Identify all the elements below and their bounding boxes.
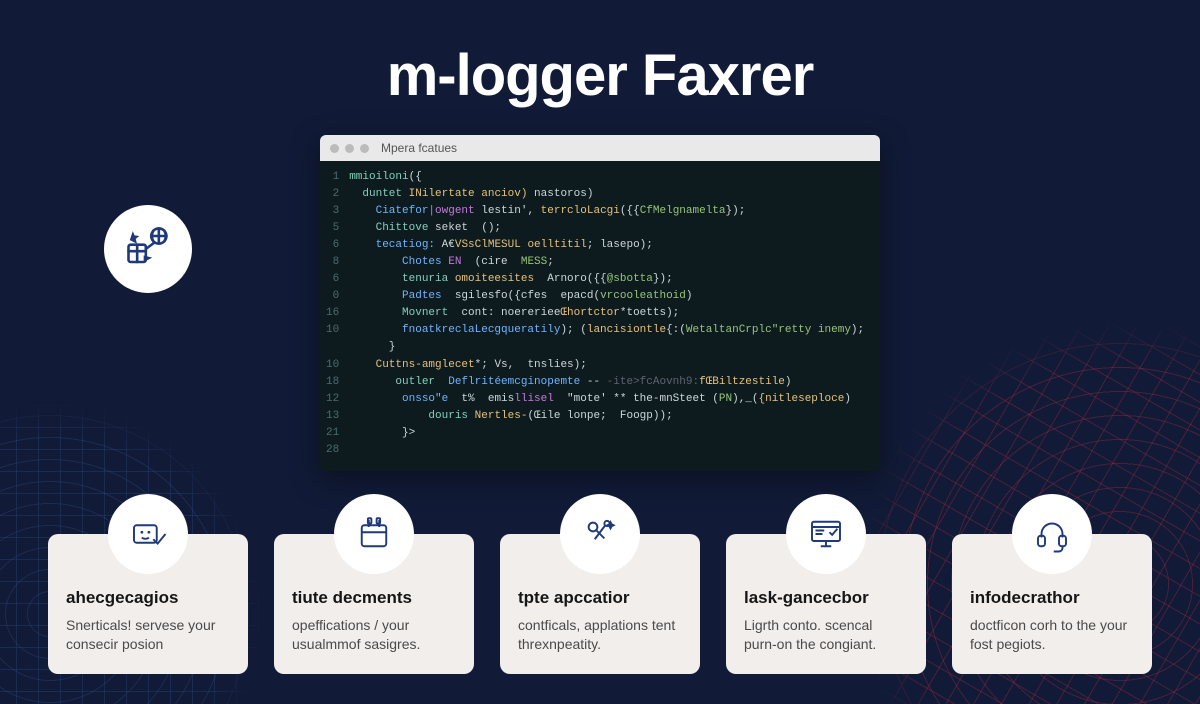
feature-card-desc: Ligrth conto. scencal purn-on the congia… — [744, 616, 908, 654]
feature-card-title: tiute decments — [292, 588, 456, 608]
traffic-dot — [330, 144, 339, 153]
feature-cards-row: ahecgecagios Snerticals! servese your con… — [0, 534, 1200, 674]
feature-card: infodecrathor doctficon corh to the your … — [952, 534, 1152, 674]
feature-card-title: ahecgecagios — [66, 588, 230, 608]
code-window-body: 1 2 3 5 6 8 6 0 16 10 10 18 12 13 21 28 … — [320, 161, 880, 471]
code-gutter: 1 2 3 5 6 8 6 0 16 10 10 18 12 13 21 28 — [326, 169, 349, 459]
headset-icon — [1012, 494, 1092, 574]
side-badge — [104, 205, 192, 293]
page-title: m-logger Faxrer — [0, 0, 1200, 109]
monitor-check-icon — [786, 494, 866, 574]
feature-card: tiute decments opeffications / your usual… — [274, 534, 474, 674]
tools-spark-icon — [560, 494, 640, 574]
feature-card: lask-gancecbor Ligrth conto. scencal purn… — [726, 534, 926, 674]
code-window-titlebar: Mpera fcatues — [320, 135, 880, 161]
feature-card: tpte apccatior contficals, applations ten… — [500, 534, 700, 674]
feature-card-desc: opeffications / your usualmmof sasigres. — [292, 616, 456, 654]
code-window: Mpera fcatues 1 2 3 5 6 8 6 0 16 10 10 1… — [320, 135, 880, 471]
feature-card-desc: doctficon corh to the your fost pegiots. — [970, 616, 1134, 654]
code-lines: mmioiloni({ duntet INilertate anciov) na… — [349, 169, 864, 459]
hero-stage: Mpera fcatues 1 2 3 5 6 8 6 0 16 10 10 1… — [0, 135, 1200, 471]
package-network-icon — [122, 223, 174, 275]
traffic-dot — [360, 144, 369, 153]
feature-card-desc: contficals, applations tent threxnpeatit… — [518, 616, 682, 654]
calendar-icon — [334, 494, 414, 574]
feature-card-title: infodecrathor — [970, 588, 1134, 608]
traffic-dot — [345, 144, 354, 153]
feature-card-title: lask-gancecbor — [744, 588, 908, 608]
feature-card-title: tpte apccatior — [518, 588, 682, 608]
feature-card-desc: Snerticals! servese your consecir posion — [66, 616, 230, 654]
feature-card: ahecgecagios Snerticals! servese your con… — [48, 534, 248, 674]
frame-check-icon — [108, 494, 188, 574]
code-window-tab-label: Mpera fcatues — [381, 141, 457, 155]
